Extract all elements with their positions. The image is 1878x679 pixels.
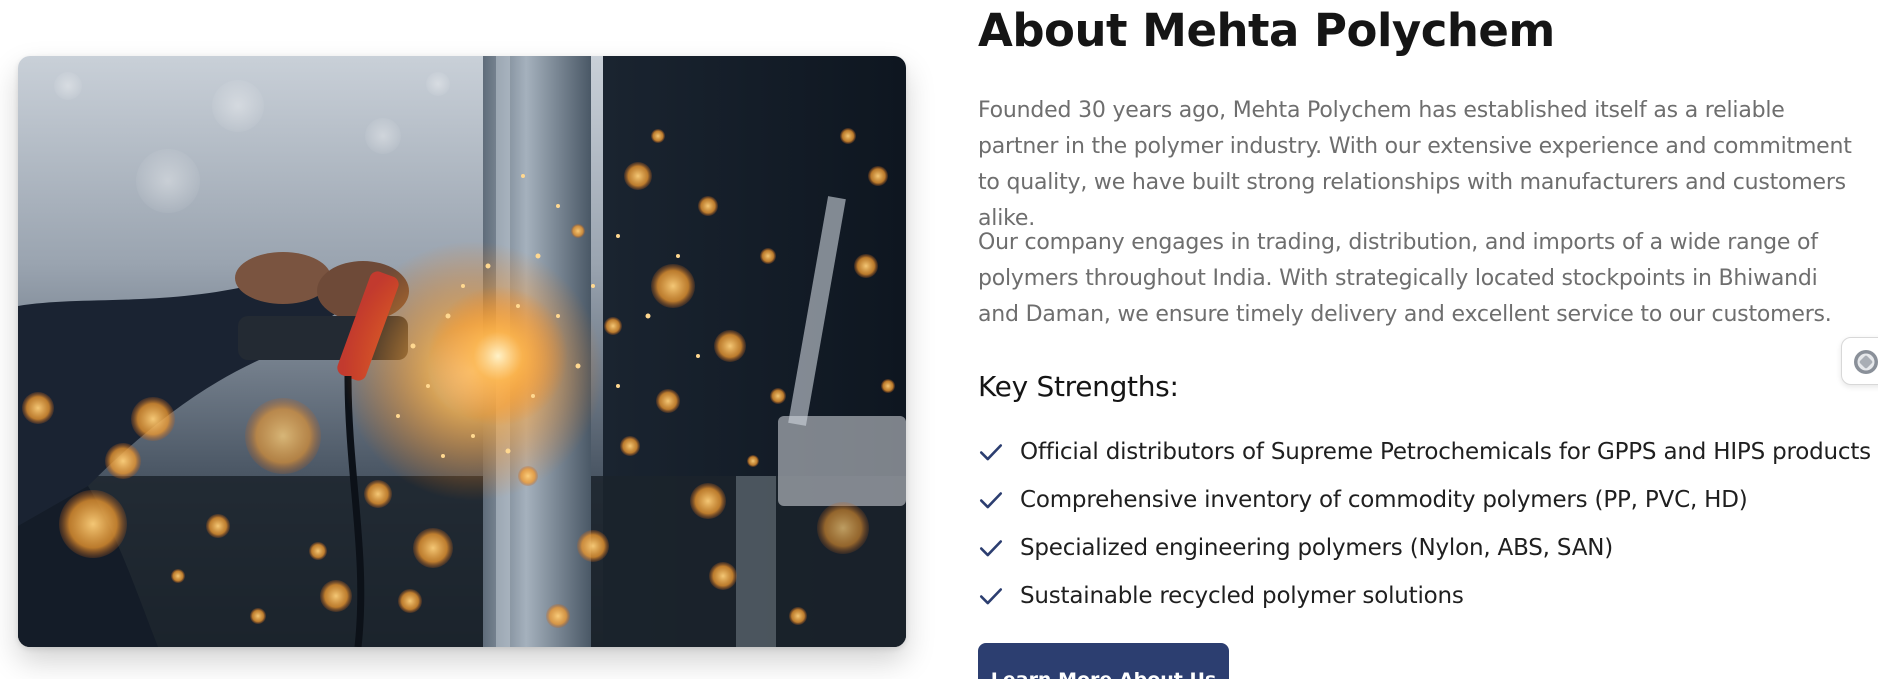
strength-label: Official distributors of Supreme Petroch…: [1020, 439, 1871, 465]
check-icon: [979, 588, 1003, 605]
about-photo: [18, 56, 906, 647]
list-item: Official distributors of Supreme Petroch…: [978, 428, 1871, 476]
chat-widget-button[interactable]: [1841, 337, 1878, 385]
strength-label: Comprehensive inventory of commodity pol…: [1020, 487, 1748, 513]
page-title: About Mehta Polychem: [978, 4, 1555, 57]
key-strengths-list: Official distributors of Supreme Petroch…: [978, 428, 1871, 620]
check-icon: [979, 540, 1003, 557]
check-icon: [979, 492, 1003, 509]
chat-widget-icon: [1854, 350, 1878, 374]
list-item: Specialized engineering polymers (Nylon,…: [978, 524, 1871, 572]
about-paragraph-history: Founded 30 years ago, Mehta Polychem has…: [978, 98, 1852, 231]
about-section: About Mehta Polychem Founded 30 years ag…: [0, 0, 1878, 679]
learn-more-button[interactable]: Learn More About Us: [978, 643, 1229, 679]
strength-label: Specialized engineering polymers (Nylon,…: [1020, 535, 1614, 561]
list-item: Sustainable recycled polymer solutions: [978, 572, 1871, 620]
strength-label: Sustainable recycled polymer solutions: [1020, 583, 1464, 609]
about-paragraph-services: Our company engages in trading, distribu…: [978, 230, 1832, 327]
list-item: Comprehensive inventory of commodity pol…: [978, 476, 1871, 524]
grinding-sparks-image: [18, 56, 906, 647]
key-strengths-heading: Key Strengths:: [978, 370, 1179, 403]
check-icon: [979, 444, 1003, 461]
